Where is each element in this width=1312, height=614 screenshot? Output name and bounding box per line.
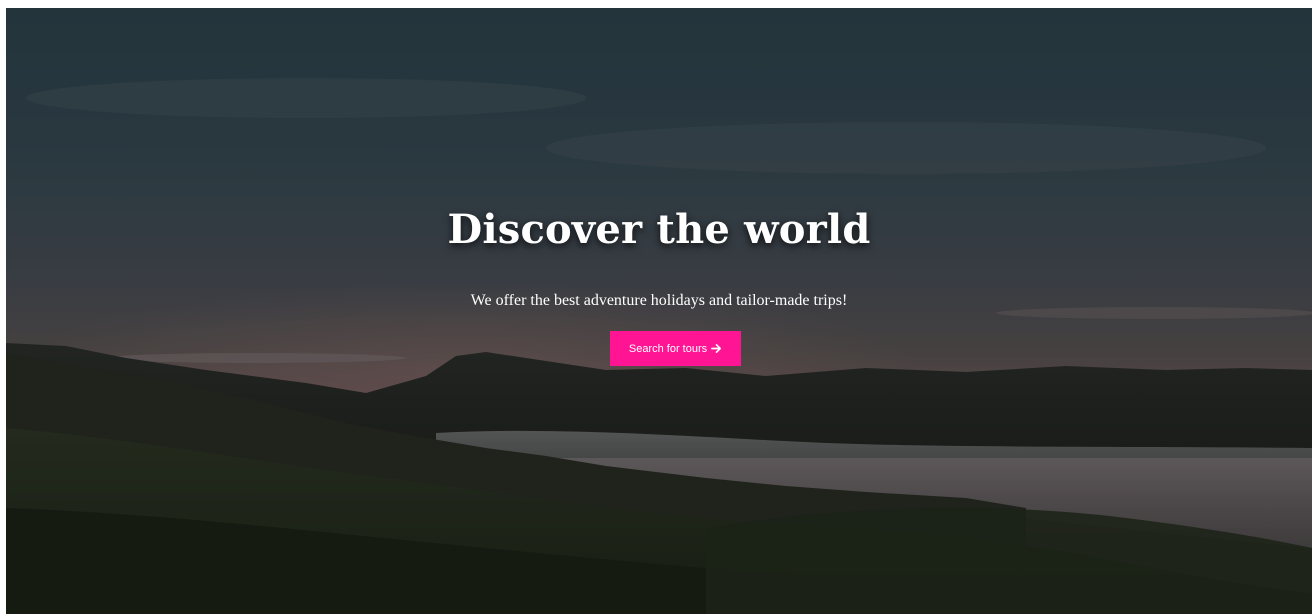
search-tours-button[interactable]: Search for tours (610, 331, 741, 366)
search-tours-button-label: Search for tours (628, 342, 708, 355)
hero-subtitle: We offer the best adventure holidays and… (470, 292, 848, 309)
hero-content: Discover the world We offer the best adv… (6, 8, 1312, 614)
arrow-right-icon (711, 344, 722, 353)
hero-section: Discover the world We offer the best adv… (6, 8, 1312, 614)
hero-title: Discover the world (447, 206, 871, 253)
